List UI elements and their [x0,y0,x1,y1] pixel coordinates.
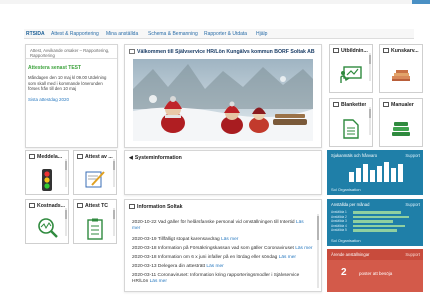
read-more-link[interactable]: Läs mer [206,264,223,269]
dash2-title: Anställda per månad [331,202,370,207]
bar-5 [377,166,382,182]
books-icon [390,67,412,85]
news-item: 2020-03-18 Information om 6 x juni infal… [132,255,297,260]
magnifier-chart-icon [37,217,59,241]
dash2-row-labels: Anställda 1 Anställda 2 Anställda 3 Anställ… [331,210,347,233]
notice-link[interactable]: Sista attestdag 2020 [28,97,69,102]
nav-item-attest[interactable]: Attest & Rapportering [51,31,99,37]
dash2-support[interactable]: Support [405,202,420,207]
image-icon [77,203,83,209]
dash3-label: poster att besöja [359,271,393,276]
information-title: Information Soltak [129,204,183,210]
nav-brand[interactable]: RTSIDA [26,31,45,37]
systeminfo-panel: ◀ Systeminformation [124,150,322,195]
hbar [353,211,401,214]
megaphone-icon: ◀ [129,155,133,161]
main-nav: RTSIDA Attest & Rapportering Mina anstäl… [24,29,414,39]
dash3-support[interactable]: Support [405,252,420,257]
welcome-title: Välkommen till Självservice HR/Lön Kungä… [129,49,315,55]
welcome-image [133,59,313,141]
dash1-bar-chart [349,162,403,182]
read-more-link[interactable]: Läs mer [279,255,296,260]
dash1-support[interactable]: Support [405,153,420,158]
tile-meddelanden[interactable]: Meddela... [25,150,69,195]
read-more-link[interactable]: Läs mer [221,237,238,242]
read-more-link[interactable]: Läs mer [295,246,312,251]
nav-item-rapporter[interactable]: Rapporter & Utdata [204,31,247,37]
image-icon [29,203,35,209]
tile-utbildning[interactable]: Utbildnin... [329,44,373,93]
hbar [353,224,405,228]
tile-kostnadsstalle[interactable]: Kostnads... [25,199,69,244]
welcome-panel: Välkommen till Självservice HR/Lön Kungä… [124,44,322,148]
news-item: 2020-03-11 Coronaviruset: Information kr… [132,273,300,284]
bar-7 [391,168,396,182]
dash3-count: 2 [341,267,347,278]
nav-item-hjalp[interactable]: Hjälp [256,31,267,37]
tile-manualer[interactable]: Manualer [379,98,423,147]
tile-blanketter[interactable]: Blanketter [329,98,373,147]
image-icon [129,49,135,55]
nav-item-schema[interactable]: Schema & Bemanning [148,31,198,37]
dash-sjukanmalan[interactable]: Sjukanmäls och frånvaro Support Sol Orga… [327,150,423,195]
dash1-footer: Sol Organisation [331,187,361,192]
bar-6 [384,162,389,182]
news-item: 2020-03-13 Delegera din attesträtt Läs m… [132,264,224,269]
image-icon [77,154,83,160]
nav-item-anstallda[interactable]: Mina anställda [106,31,138,37]
tile-attest-av[interactable]: Attest av ... [73,150,117,195]
notice-body: Måndagen den 10 maj kl 09.00 Utdelning s… [28,75,107,91]
image-icon [383,102,389,108]
info-scroll-thumb[interactable] [317,216,319,240]
top-accent [412,0,430,4]
hbar [353,215,409,219]
document-icon [343,119,359,141]
notice-header: Attest, Avvikande orsaker – Rapportering… [30,48,110,58]
information-panel: Information Soltak 2020-10-22 Vad gäller… [124,199,322,292]
divider [26,58,117,59]
stack-icon [390,120,412,140]
image-icon [333,102,339,108]
tile-utbildning-title: Utbildnin... [333,48,368,54]
top-strip [0,0,430,4]
dash3-title: Ärende anställningar [331,252,370,257]
news-item: 2020-10-22 Vad gäller för helårsfanske p… [132,220,304,231]
news-item: 2020-03-19 Tillfälligt stopat karensavdr… [132,237,239,242]
checklist-icon [87,218,103,242]
winter-dolls-image [133,59,313,141]
dash-arenden[interactable]: Ärende anställningar Support 2 poster at… [327,249,423,292]
presentation-icon [340,66,362,86]
tile-kostnadsstalle-title: Kostnads... [29,203,65,209]
tile-blanketter-title: Blanketter [333,102,366,108]
image-icon [333,48,339,54]
read-more-link[interactable]: Läs mer [150,279,167,284]
notice-title: Attestera senast TEST [28,65,82,71]
notice-panel: Attest, Avvikande orsaker – Rapportering… [25,44,118,148]
dash2-footer: Sol Organisation [331,238,361,243]
dash-anstallda[interactable]: Anställda per månad Support Anställda 1A… [327,199,423,246]
signing-icon [84,169,106,191]
tile-kunskapsbank[interactable]: Kunskarv... [379,44,423,93]
image-icon [383,48,389,54]
bar-3 [363,164,368,182]
tile-manualer-title: Manualer [383,102,414,108]
tile-meddelanden-title: Meddela... [29,154,62,160]
bar-4 [370,170,375,182]
news-item: 2020-03-18 Information på Försäkringskas… [132,246,313,251]
bar-1 [349,172,354,182]
image-icon [129,204,135,210]
bar-2 [356,168,361,182]
tile-attest-tc-title: Attest TC [77,203,108,209]
systeminfo-title: ◀ Systeminformation [129,155,182,161]
tile-kunskapsbank-title: Kunskarv... [383,48,419,54]
hbar [353,229,397,232]
tile-attest-av-title: Attest av ... [77,154,113,160]
hbar [353,220,393,223]
traffic-light-icon [40,168,54,194]
bar-8 [398,164,403,182]
dash1-title: Sjukanmäls och frånvaro [331,153,378,158]
tile-attest-tc[interactable]: Attest TC [73,199,117,244]
image-icon [29,154,35,160]
